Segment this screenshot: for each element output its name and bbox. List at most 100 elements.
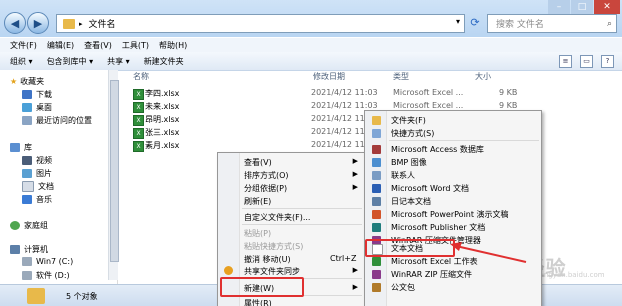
menu-view[interactable]: 查看(V) [84, 40, 112, 51]
new-folder-item[interactable]: 文件夹(F) [391, 115, 426, 126]
file-name: 李四.xlsx [145, 89, 180, 98]
close-button[interactable]: ✕ [594, 0, 620, 14]
menu-label: 排序方式(O) [244, 171, 289, 180]
drive-icon [22, 257, 32, 266]
contact-icon [372, 171, 381, 180]
sidebar-label: 收藏夹 [20, 77, 45, 86]
drive-icon [22, 271, 32, 280]
menu-item-refresh[interactable]: 刷新(E) [244, 196, 271, 207]
minimize-button[interactable]: – [548, 0, 570, 14]
download-icon [22, 90, 32, 99]
music-icon [22, 195, 32, 204]
sidebar-item-music[interactable]: 音乐 [22, 194, 52, 205]
sidebar-label: 音乐 [36, 195, 52, 204]
back-button[interactable]: ◀ [4, 12, 26, 34]
file-size: 9 KB [499, 101, 518, 110]
arrow-head [450, 242, 462, 251]
view-options-icon[interactable]: ≡ [559, 55, 572, 68]
sidebar-item-favorites[interactable]: ★ 收藏夹 [10, 76, 44, 87]
new-shortcut-item[interactable]: 快捷方式(S) [391, 128, 434, 139]
new-powerpoint-item[interactable]: Microsoft PowerPoint 演示文稿 [391, 209, 509, 220]
sidebar-item-drive-c[interactable]: Win7 (C:) [22, 257, 73, 266]
status-text: 5 个对象 [66, 292, 98, 301]
new-journal-item[interactable]: 日记本文档 [391, 196, 431, 207]
sidebar-scrollbar[interactable] [108, 70, 119, 280]
word-icon [372, 184, 381, 193]
menu-edit[interactable]: 编辑(E) [47, 40, 74, 51]
excel-file-icon: X [133, 141, 144, 152]
sidebar-item-pictures[interactable]: 图片 [22, 168, 52, 179]
menu-item-customize[interactable]: 自定义文件夹(F)... [244, 212, 310, 223]
new-bmp-item[interactable]: BMP 图像 [391, 157, 427, 168]
file-size: 9 KB [499, 88, 518, 97]
excel-icon [372, 257, 381, 266]
breadcrumb-arrow-icon: ▸ [79, 19, 83, 28]
menu-item-paste[interactable]: 粘贴(P) [244, 228, 271, 239]
sidebar-item-recent[interactable]: 最近访问的位置 [22, 115, 92, 126]
sidebar-item-drive-d[interactable]: 软件 (D:) [22, 270, 70, 281]
video-icon [22, 156, 32, 165]
scrollbar-thumb[interactable] [110, 80, 119, 262]
sidebar-label: 视频 [36, 156, 52, 165]
organize-button[interactable]: 组织 ▾ [10, 56, 37, 67]
menu-item-undo[interactable]: 撤消 移动(U) Ctrl+Z [244, 254, 362, 265]
menu-item-share-sync[interactable]: 共享文件夹同步 ▶ [244, 266, 362, 277]
computer-icon [10, 245, 20, 254]
menu-item-group[interactable]: 分组依据(P) ▶ [244, 183, 362, 194]
new-word-item[interactable]: Microsoft Word 文档 [391, 183, 469, 194]
new-zip-item[interactable]: WinRAR ZIP 压缩文件 [391, 269, 472, 280]
access-icon [372, 145, 381, 154]
sidebar-item-desktop[interactable]: 桌面 [22, 102, 52, 113]
file-date: 2021/4/12 11 [311, 140, 365, 149]
search-input[interactable]: 搜索 文件名 ⌕ [487, 14, 617, 33]
new-publisher-item[interactable]: Microsoft Publisher 文档 [391, 222, 485, 233]
column-type[interactable]: 类型 [393, 71, 409, 82]
share-button[interactable]: 共享 ▾ [107, 56, 134, 67]
address-bar[interactable]: ▸ 文件名 ▾ [56, 14, 465, 33]
toolbar: 组织 ▾ 包含到库中 ▾ 共享 ▾ 新建文件夹 ≡ ▭ ? [0, 52, 622, 71]
menu-item-view[interactable]: 查看(V) ▶ [244, 157, 362, 168]
menu-file[interactable]: 文件(F) [10, 40, 37, 51]
file-row[interactable]: X 李四.xlsx 2021/4/12 11:03 Microsoft Exce… [133, 88, 563, 100]
sidebar-label: Win7 (C:) [36, 257, 74, 266]
column-date[interactable]: 修改日期 [313, 71, 345, 82]
menu-tools[interactable]: 工具(T) [122, 40, 149, 51]
publisher-icon [372, 223, 381, 232]
menu-separator [389, 140, 539, 141]
column-header: 名称 修改日期 类型 大小 [123, 71, 617, 82]
sidebar-item-homegroup[interactable]: 家庭组 [10, 220, 48, 231]
new-contact-item[interactable]: 联系人 [391, 170, 415, 181]
include-library-button[interactable]: 包含到库中 ▾ [47, 56, 98, 67]
sidebar-item-video[interactable]: 视频 [22, 155, 52, 166]
column-size[interactable]: 大小 [475, 71, 491, 82]
refresh-icon[interactable]: ⟳ [466, 14, 484, 31]
sidebar-item-documents[interactable]: 文档 [22, 181, 54, 192]
folder-icon [63, 18, 75, 29]
preview-pane-icon[interactable]: ▭ [580, 55, 593, 68]
menu-item-sort[interactable]: 排序方式(O) ▶ [244, 170, 362, 181]
help-icon[interactable]: ? [601, 55, 614, 68]
menu-bar: 文件(F) 编辑(E) 查看(V) 工具(T) 帮助(H) [0, 38, 622, 52]
menu-help[interactable]: 帮助(H) [159, 40, 187, 51]
sidebar-label: 文档 [38, 182, 54, 191]
breadcrumb[interactable]: 文件名 [89, 17, 116, 30]
menu-item-properties[interactable]: 属性(R) [244, 298, 272, 306]
new-folder-button[interactable]: 新建文件夹 [144, 56, 188, 67]
sidebar-label: 家庭组 [24, 221, 48, 230]
forward-button[interactable]: ▶ [27, 12, 49, 34]
powerpoint-icon [372, 210, 381, 219]
sidebar-item-download[interactable]: 下载 [22, 89, 52, 100]
sidebar-item-library[interactable]: 库 [10, 142, 32, 153]
sidebar-item-computer[interactable]: 计算机 [10, 244, 48, 255]
menu-item-paste-shortcut[interactable]: 粘贴快捷方式(S) [244, 241, 303, 252]
zip-icon [372, 270, 381, 279]
share-sync-icon [224, 266, 233, 275]
column-name[interactable]: 名称 [133, 71, 149, 82]
new-access-item[interactable]: Microsoft Access 数据库 [391, 144, 484, 155]
search-placeholder: 搜索 文件名 [496, 20, 544, 30]
chevron-down-icon[interactable]: ▾ [456, 17, 460, 26]
folder-icon [27, 288, 45, 304]
maximize-button[interactable]: □ [571, 0, 593, 14]
submenu-arrow-icon: ▶ [352, 266, 358, 274]
new-briefcase-item[interactable]: 公文包 [391, 282, 415, 293]
